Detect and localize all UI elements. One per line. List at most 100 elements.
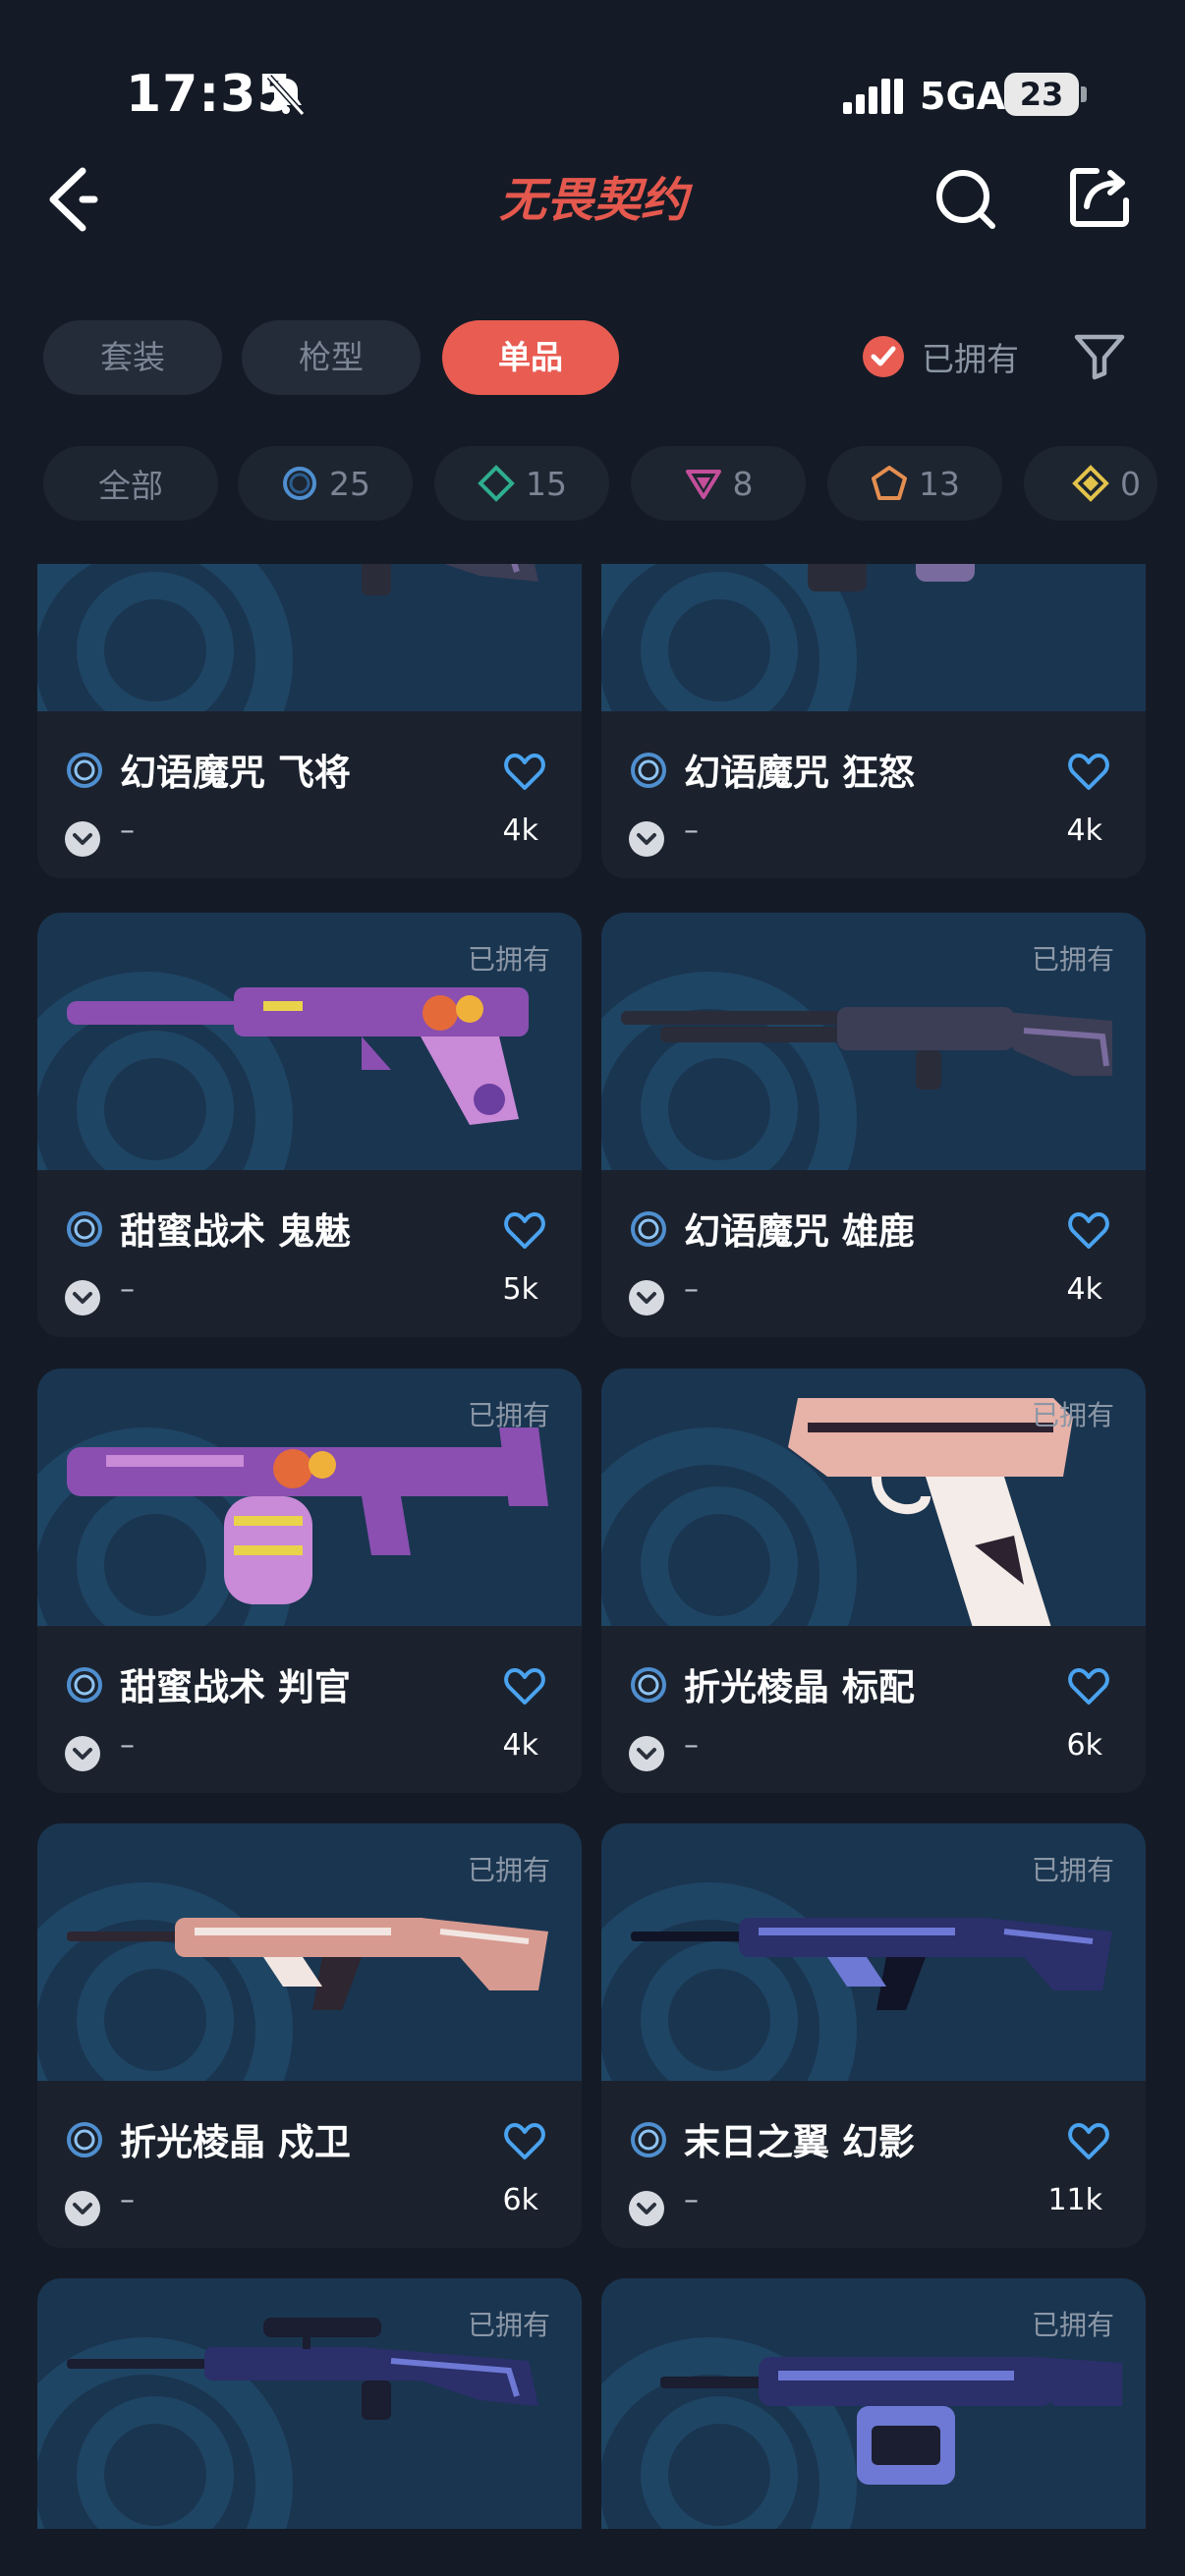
skin-info: 幻语魔咒 雄鹿 – 4k: [601, 1170, 1146, 1337]
skin-image: [37, 564, 582, 711]
skin-subtitle: –: [120, 1728, 135, 1763]
skin-card[interactable]: 已拥有 末日之翼 幻影 – 11k: [601, 1823, 1146, 2248]
heart-icon[interactable]: [1067, 1211, 1110, 1251]
weapon-image: [67, 1428, 548, 1604]
chevron-badge-icon: [65, 1280, 100, 1316]
skin-subtitle: –: [120, 813, 135, 848]
select-tier-icon: [67, 753, 102, 788]
owned-tag: 已拥有: [467, 1854, 550, 1886]
logo-wordmark: 无畏契约: [499, 173, 694, 228]
like-count: 4k: [502, 1728, 538, 1763]
back-icon[interactable]: [43, 163, 102, 236]
skin-name: 幻语魔咒 飞将: [120, 752, 351, 794]
skin-name: 折光棱晶 戍卫: [120, 2121, 351, 2163]
signal-icon: [843, 79, 903, 114]
chip-tier-premium[interactable]: 8: [631, 446, 806, 521]
weapon-image: [67, 987, 529, 1125]
owned-filter-label: 已拥有: [922, 340, 1019, 378]
skin-card[interactable]: 幻语魔咒 狂怒 – 4k: [601, 564, 1146, 878]
heart-icon[interactable]: [503, 753, 546, 792]
skin-name: 幻语魔咒 狂怒: [684, 752, 915, 794]
skin-subtitle: –: [684, 1272, 699, 1307]
chip-count: 8: [732, 464, 754, 503]
skin-card[interactable]: 已拥有 幻语魔咒 雄鹿 – 4k: [601, 913, 1146, 1337]
weapon-image: [621, 1007, 1112, 1090]
chip-count: 13: [919, 464, 960, 503]
heart-icon[interactable]: [1067, 1667, 1110, 1707]
skin-image: 已拥有: [601, 2278, 1146, 2529]
select-tier-icon: [67, 2122, 102, 2157]
chip-tier-exclusive[interactable]: 13: [827, 446, 1002, 521]
select-tier-icon: [631, 1667, 666, 1703]
weapon-image: [808, 564, 975, 591]
tab-gun-type[interactable]: 枪型: [242, 320, 421, 395]
skin-card[interactable]: 幻语魔咒 飞将 – 4k: [37, 564, 582, 878]
select-tier-icon: [631, 1211, 666, 1247]
skin-card[interactable]: 已拥有: [601, 2278, 1146, 2529]
app-logo: 无畏契约: [468, 167, 719, 230]
status-bar: 17:35 5GA 23: [0, 0, 1185, 147]
heart-icon[interactable]: [503, 1211, 546, 1251]
select-tier-icon: [631, 753, 666, 788]
skin-info: 甜蜜战术 鬼魅 – 5k: [37, 1170, 582, 1337]
share-icon[interactable]: [1067, 165, 1132, 230]
chip-all[interactable]: 全部: [43, 446, 218, 521]
skin-card[interactable]: 已拥有 甜蜜战术 鬼魅 – 5k: [37, 913, 582, 1337]
like-count: 4k: [502, 813, 538, 848]
tab-suit[interactable]: 套装: [43, 320, 222, 395]
chevron-badge-icon: [629, 821, 664, 857]
filter-icon[interactable]: [1073, 332, 1126, 381]
like-count: 5k: [502, 1272, 538, 1307]
owned-tag: 已拥有: [467, 1399, 550, 1431]
skin-subtitle: –: [684, 2183, 699, 2217]
skin-subtitle: –: [684, 1728, 699, 1763]
chip-tier-deluxe[interactable]: 15: [434, 446, 609, 521]
chip-count: 25: [329, 464, 370, 503]
owned-tag: 已拥有: [467, 943, 550, 976]
like-count: 4k: [1066, 813, 1102, 848]
heart-icon[interactable]: [503, 1667, 546, 1707]
chevron-badge-icon: [629, 1280, 664, 1316]
skin-image: 已拥有: [37, 1369, 582, 1626]
chevron-badge-icon: [629, 2191, 664, 2226]
skin-image: 已拥有: [37, 913, 582, 1170]
search-icon[interactable]: [933, 167, 998, 232]
chevron-badge-icon: [65, 821, 100, 857]
skin-image: [601, 564, 1146, 711]
tab-single-item[interactable]: 单品: [442, 320, 619, 395]
chevron-badge-icon: [629, 1736, 664, 1771]
skin-card[interactable]: 已拥有 折光棱晶 戍卫 – 6k: [37, 1823, 582, 2248]
chip-count: 15: [526, 464, 567, 503]
deluxe-tier-icon: [478, 465, 515, 502]
chip-tier-select[interactable]: 25: [238, 446, 413, 521]
skin-name: 甜蜜战术 鬼魅: [120, 1210, 351, 1253]
skin-subtitle: –: [120, 2183, 135, 2217]
skin-info: 末日之翼 幻影 – 11k: [601, 2081, 1146, 2248]
like-count: 6k: [1066, 1728, 1102, 1763]
owned-tag: 已拥有: [467, 2309, 550, 2341]
premium-tier-icon: [685, 470, 721, 499]
owned-tag: 已拥有: [1031, 2309, 1114, 2341]
like-count: 6k: [502, 2183, 538, 2217]
select-tier-icon: [67, 1211, 102, 1247]
heart-icon[interactable]: [1067, 2122, 1110, 2161]
weapon-image: [67, 1918, 548, 2010]
ultra-tier-icon: [1072, 465, 1109, 502]
skin-name: 甜蜜战术 判官: [120, 1666, 351, 1708]
like-count: 4k: [1066, 1272, 1102, 1307]
checkbox-checked-icon[interactable]: [863, 336, 904, 377]
skin-card[interactable]: 已拥有: [37, 2278, 582, 2529]
skin-image: 已拥有: [601, 1823, 1146, 2081]
skin-card[interactable]: 已拥有 折光棱晶 标配 – 6k: [601, 1369, 1146, 1793]
battery-tip: [1081, 86, 1087, 102]
chip-count: 0: [1120, 464, 1141, 503]
skin-grid: 幻语魔咒 飞将 – 4k 幻语魔咒 狂怒 – 4k 已拥有 甜蜜战术 鬼魅 – …: [37, 564, 1148, 2529]
heart-icon[interactable]: [503, 2122, 546, 2161]
skin-info: 折光棱晶 标配 – 6k: [601, 1626, 1146, 1793]
owned-filter-toggle[interactable]: 已拥有: [863, 332, 1019, 381]
like-count: 11k: [1047, 2183, 1102, 2217]
skin-card[interactable]: 已拥有 甜蜜战术 判官 – 4k: [37, 1369, 582, 1793]
exclusive-tier-icon: [872, 466, 907, 500]
chip-tier-ultra[interactable]: 0: [1024, 446, 1157, 521]
heart-icon[interactable]: [1067, 753, 1110, 792]
